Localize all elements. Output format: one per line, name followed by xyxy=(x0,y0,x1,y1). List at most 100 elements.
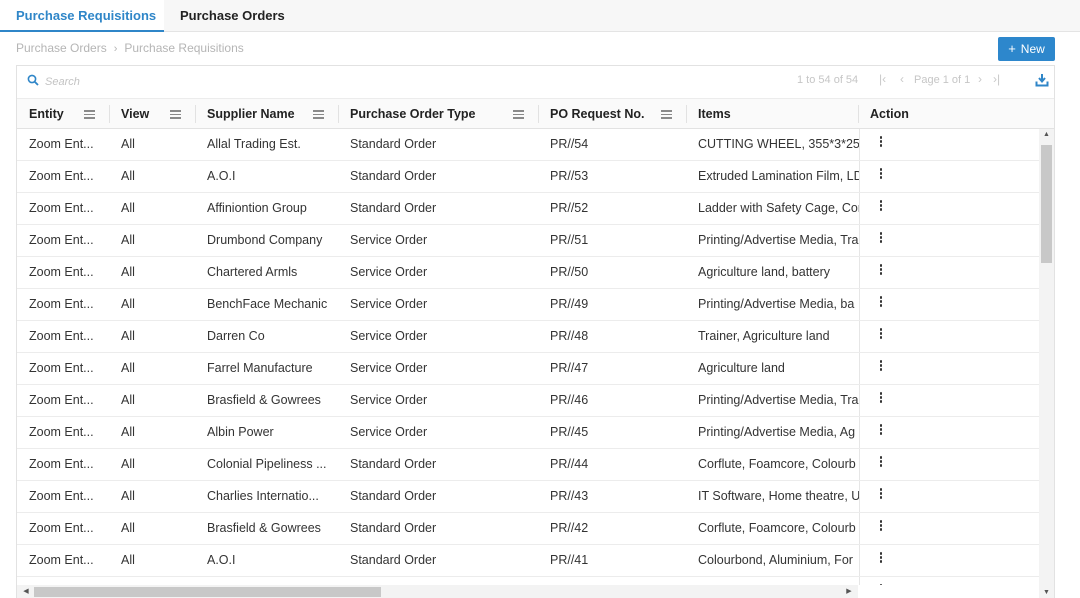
cell-supplier-name: Drumbond Company xyxy=(207,233,323,247)
cell-entity: Zoom Ent... xyxy=(29,489,94,503)
more-vertical-icon[interactable] xyxy=(878,232,884,246)
tab-purchase-requisitions[interactable]: Purchase Requisitions xyxy=(0,0,164,32)
cell-view: All xyxy=(121,457,135,471)
cell-action xyxy=(859,225,1039,256)
cell-action xyxy=(859,129,1039,160)
more-vertical-icon[interactable] xyxy=(878,488,884,502)
horizontal-scrollbar[interactable]: ◀ ▶ xyxy=(17,585,858,598)
cell-po-request-no: PR//48 xyxy=(550,329,589,343)
cell-po-request-no: PR//54 xyxy=(550,137,589,151)
table-row[interactable]: Zoom Ent... All Brasfield & Gowrees Standar… xyxy=(17,513,1039,545)
column-menu-icon[interactable] xyxy=(513,110,524,119)
cell-po-request-no: PR//49 xyxy=(550,297,589,311)
more-vertical-icon[interactable] xyxy=(878,552,884,566)
table-row[interactable]: Zoom Ent... All Albin Power Service Order PR… xyxy=(17,417,1039,449)
cell-supplier-name: Albin Power xyxy=(207,425,274,439)
more-vertical-icon[interactable] xyxy=(878,584,884,585)
next-page-icon[interactable]: › xyxy=(978,72,982,86)
cell-entity: Zoom Ent... xyxy=(29,393,94,407)
column-header-items[interactable]: Items xyxy=(686,99,858,129)
search-input[interactable] xyxy=(45,73,345,91)
cell-supplier-name: BenchFace Mechanic xyxy=(207,297,328,311)
column-header-view[interactable]: View xyxy=(109,99,195,129)
column-menu-icon[interactable] xyxy=(84,110,95,119)
more-vertical-icon[interactable] xyxy=(878,328,884,342)
paging-summary: 1 to 54 of 54 xyxy=(797,74,859,86)
cell-items: Corflute, Foamcore, Colourb xyxy=(698,521,856,535)
table-row[interactable] xyxy=(17,577,1039,585)
table-row[interactable]: Zoom Ent... All Brasfield & Gowrees Service… xyxy=(17,385,1039,417)
column-menu-icon[interactable] xyxy=(661,110,672,119)
cell-view: All xyxy=(121,201,135,215)
cell-items: Printing/Advertise Media, Tra xyxy=(698,233,859,247)
more-vertical-icon[interactable] xyxy=(878,168,884,182)
breadcrumb: Purchase Orders › Purchase Requisitions xyxy=(16,41,244,55)
cell-action xyxy=(859,385,1039,416)
cell-entity: Zoom Ent... xyxy=(29,521,94,535)
cell-supplier-name: Brasfield & Gowrees xyxy=(207,393,321,407)
more-vertical-icon[interactable] xyxy=(878,264,884,278)
more-vertical-icon[interactable] xyxy=(878,296,884,310)
table-row[interactable]: Zoom Ent... All Chartered Armls Service Ord… xyxy=(17,257,1039,289)
cell-items: IT Software, Home theatre, U xyxy=(698,489,859,503)
horizontal-scroll-thumb[interactable] xyxy=(34,587,381,597)
more-vertical-icon[interactable] xyxy=(878,424,884,438)
cell-view: All xyxy=(121,265,135,279)
more-vertical-icon[interactable] xyxy=(878,136,884,150)
requisitions-grid: 1 to 54 of 54 |‹ ‹ Page 1 of 1 › ›| Enti… xyxy=(16,65,1055,598)
cell-purchase-order-type: Standard Order xyxy=(350,489,437,503)
download-icon[interactable] xyxy=(1035,73,1049,87)
cell-purchase-order-type: Standard Order xyxy=(350,169,437,183)
cell-purchase-order-type: Standard Order xyxy=(350,457,437,471)
cell-po-request-no: PR//50 xyxy=(550,265,589,279)
table-row[interactable]: Zoom Ent... All Farrel Manufacture Service … xyxy=(17,353,1039,385)
new-button[interactable]: + New xyxy=(998,37,1055,61)
cell-purchase-order-type: Service Order xyxy=(350,393,428,407)
scroll-up-icon[interactable]: ▲ xyxy=(1039,129,1054,141)
cell-view: All xyxy=(121,169,135,183)
more-vertical-icon[interactable] xyxy=(878,456,884,470)
grid-toolbar: 1 to 54 of 54 |‹ ‹ Page 1 of 1 › ›| xyxy=(17,66,1054,98)
first-page-icon[interactable]: |‹ xyxy=(879,72,886,86)
tab-purchase-orders[interactable]: Purchase Orders xyxy=(180,0,285,32)
scroll-down-icon[interactable]: ▼ xyxy=(1039,587,1054,598)
vertical-scroll-thumb[interactable] xyxy=(1041,145,1052,263)
vertical-scrollbar[interactable]: ▲ ▼ xyxy=(1039,129,1054,598)
column-menu-icon[interactable] xyxy=(170,110,181,119)
table-row[interactable]: Zoom Ent... All Affinionti​on Group Standar… xyxy=(17,193,1039,225)
tab-bar: Purchase Requisitions Purchase Orders xyxy=(0,0,1080,32)
table-row[interactable]: Zoom Ent... All A.O.I Standard Order PR//41 C… xyxy=(17,545,1039,577)
column-header-purchase-order-type[interactable]: Purchase Order Type xyxy=(338,99,538,129)
previous-page-icon[interactable]: ‹ xyxy=(900,72,904,86)
cell-po-request-no: PR//53 xyxy=(550,169,589,183)
table-row[interactable]: Zoom Ent... All Charlies Internatio... Stan… xyxy=(17,481,1039,513)
more-vertical-icon[interactable] xyxy=(878,200,884,214)
cell-action xyxy=(859,161,1039,192)
breadcrumb-item-purchase-orders[interactable]: Purchase Orders xyxy=(16,41,107,55)
scroll-right-icon[interactable]: ▶ xyxy=(842,585,856,598)
cell-entity: Zoom Ent... xyxy=(29,425,94,439)
scroll-left-icon[interactable]: ◀ xyxy=(19,585,33,598)
grid-header: Entity View Supplier Name Purchase Order… xyxy=(17,98,1054,129)
table-row[interactable]: Zoom Ent... All Darren Co Service Order PR//… xyxy=(17,321,1039,353)
more-vertical-icon[interactable] xyxy=(878,392,884,406)
last-page-icon[interactable]: ›| xyxy=(993,72,1000,86)
cell-supplier-name: Charlies Internatio... xyxy=(207,489,319,503)
table-row[interactable]: Zoom Ent... All A.O.I Standard Order PR//53 E… xyxy=(17,161,1039,193)
cell-action xyxy=(859,193,1039,224)
more-vertical-icon[interactable] xyxy=(878,520,884,534)
table-row[interactable]: Zoom Ent... All Drumbond Company Service Or… xyxy=(17,225,1039,257)
table-row[interactable]: Zoom Ent... All BenchFace Mechanic Service … xyxy=(17,289,1039,321)
breadcrumb-item-purchase-requisitions: Purchase Requisitions xyxy=(124,41,244,55)
cell-items: Agriculture land xyxy=(698,361,785,375)
cell-view: All xyxy=(121,393,135,407)
column-header-entity[interactable]: Entity xyxy=(17,99,109,129)
table-row[interactable]: Zoom Ent... All Allal Trading Est. Standard… xyxy=(17,129,1039,161)
cell-supplier-name: Colonial Pipeliness ... xyxy=(207,457,327,471)
more-vertical-icon[interactable] xyxy=(878,360,884,374)
cell-purchase-order-type: Standard Order xyxy=(350,553,437,567)
column-menu-icon[interactable] xyxy=(313,110,324,119)
table-row[interactable]: Zoom Ent... All Colonial Pipeliness ... Sta… xyxy=(17,449,1039,481)
cell-entity: Zoom Ent... xyxy=(29,137,94,151)
cell-supplier-name: Brasfield & Gowrees xyxy=(207,521,321,535)
